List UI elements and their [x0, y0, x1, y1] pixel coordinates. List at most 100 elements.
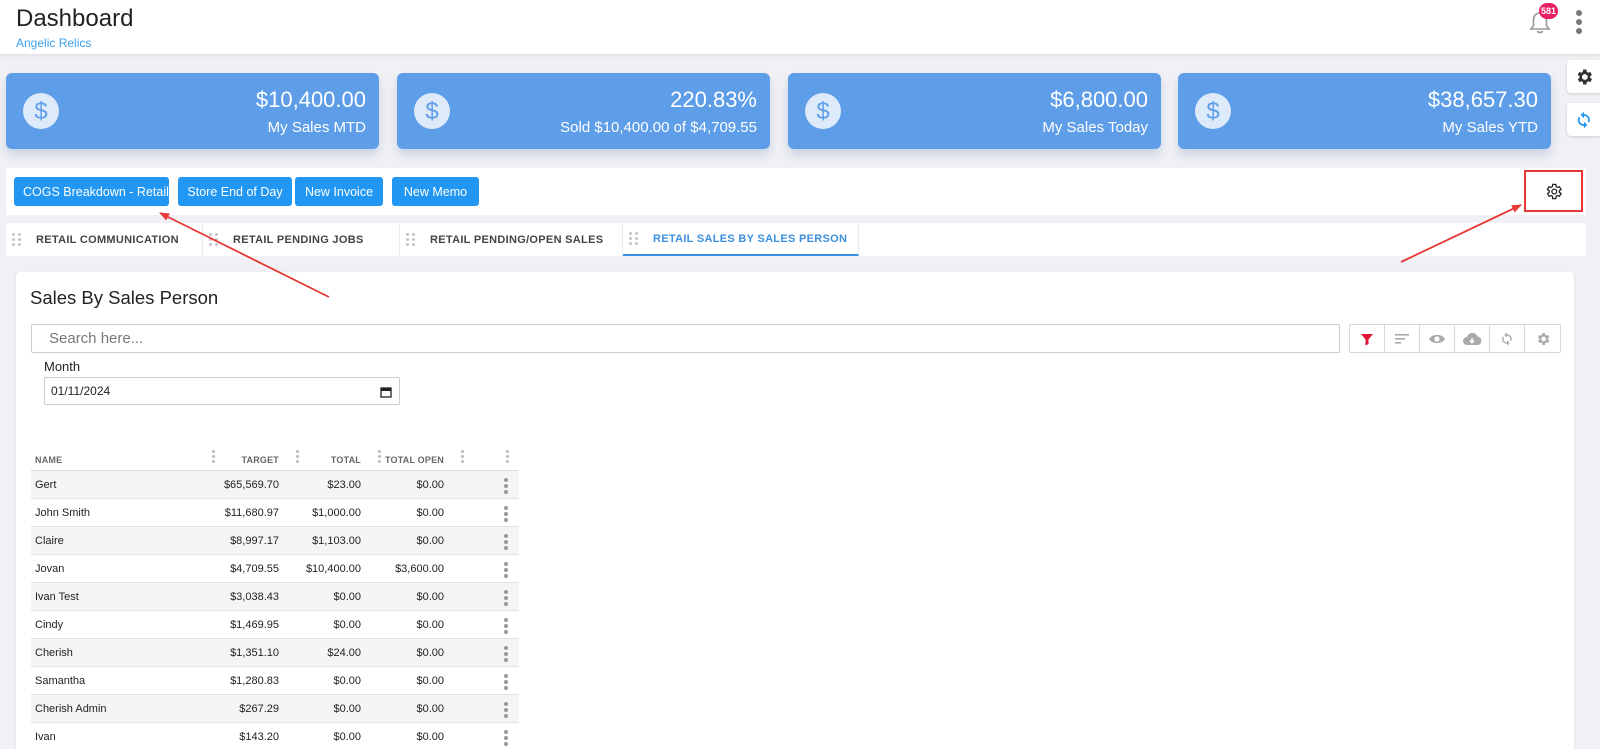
more-menu-icon[interactable]	[1572, 10, 1586, 40]
cell-total-open: $0.00	[416, 507, 444, 519]
table-header: NAME TARGET TOTAL TOTAL OPEN	[31, 445, 519, 471]
card-label: Sold $10,400.00 of $4,709.55	[560, 119, 757, 136]
svg-text:$: $	[425, 98, 438, 124]
table-row[interactable]: Samantha $1,280.83 $0.00 $0.00	[31, 667, 519, 695]
dashboard-settings-button[interactable]	[1524, 170, 1583, 212]
notification-badge[interactable]: 581	[1539, 3, 1559, 19]
search-input[interactable]	[31, 324, 1340, 353]
cogs-breakdown-button[interactable]: COGS Breakdown - Retail	[14, 177, 169, 206]
cell-target: $1,469.95	[230, 619, 279, 631]
cell-name: Cherish	[35, 647, 73, 659]
column-menu-icon[interactable]	[506, 450, 509, 465]
row-menu-icon[interactable]	[504, 506, 508, 524]
cell-target: $1,280.83	[230, 675, 279, 687]
row-menu-icon[interactable]	[504, 618, 508, 636]
column-menu-icon[interactable]	[212, 450, 215, 465]
svg-text:$: $	[1206, 98, 1219, 124]
cell-total: $0.00	[333, 731, 361, 743]
drag-handle-icon[interactable]	[209, 233, 219, 246]
card-label: My Sales Today	[1042, 119, 1148, 136]
settings-side-button[interactable]	[1567, 60, 1600, 93]
tab-retail-sales-by-sales-person[interactable]: RETAIL SALES BY SALES PERSON	[623, 223, 859, 256]
table-row[interactable]: Cindy $1,469.95 $0.00 $0.00	[31, 611, 519, 639]
cell-name: Cindy	[35, 619, 64, 631]
store-name[interactable]: Angelic Relics	[16, 36, 91, 50]
sort-icon[interactable]	[1385, 325, 1420, 352]
tab-bar: RETAIL COMMUNICATION RETAIL PENDING JOBS…	[6, 223, 1586, 256]
cell-total-open: $0.00	[416, 675, 444, 687]
drag-handle-icon[interactable]	[12, 233, 22, 246]
card-sales-today: $ $6,800.00 My Sales Today	[788, 73, 1161, 149]
cloud-download-icon[interactable]	[1455, 325, 1490, 352]
new-invoice-button[interactable]: New Invoice	[295, 177, 383, 206]
cell-total-open: $0.00	[416, 479, 444, 491]
cell-total-open: $0.00	[416, 535, 444, 547]
drag-handle-icon[interactable]	[406, 233, 416, 246]
dollar-icon: $	[805, 93, 841, 129]
cell-total: $0.00	[333, 619, 361, 631]
filter-icon[interactable]	[1350, 325, 1385, 352]
tab-retail-communication[interactable]: RETAIL COMMUNICATION	[6, 223, 203, 256]
sync-icon	[1577, 111, 1590, 128]
cell-total: $1,000.00	[312, 507, 361, 519]
store-end-of-day-button[interactable]: Store End of Day	[178, 177, 292, 206]
cell-target: $267.29	[239, 703, 279, 715]
cell-name: Claire	[35, 535, 64, 547]
row-menu-icon[interactable]	[504, 590, 508, 608]
column-header-total-open[interactable]: TOTAL OPEN	[385, 455, 444, 465]
table-row[interactable]: Ivan Test $3,038.43 $0.00 $0.00	[31, 583, 519, 611]
page-title: Dashboard	[16, 5, 134, 32]
table-row[interactable]: Jovan $4,709.55 $10,400.00 $3,600.00	[31, 555, 519, 583]
row-menu-icon[interactable]	[504, 534, 508, 552]
cell-total-open: $0.00	[416, 647, 444, 659]
gear-icon[interactable]	[1525, 325, 1560, 352]
drag-handle-icon[interactable]	[629, 232, 639, 245]
refresh-icon[interactable]	[1490, 325, 1525, 352]
column-header-target[interactable]: TARGET	[241, 455, 279, 465]
column-menu-icon[interactable]	[461, 450, 464, 465]
dollar-icon: $	[1195, 93, 1231, 129]
row-menu-icon[interactable]	[504, 674, 508, 692]
row-menu-icon[interactable]	[504, 702, 508, 720]
tab-label: RETAIL SALES BY SALES PERSON	[653, 232, 848, 245]
cell-name: John Smith	[35, 507, 91, 519]
card-value: 220.83%	[670, 87, 757, 112]
row-menu-icon[interactable]	[504, 646, 508, 664]
month-date-input[interactable]: 01/11/2024	[44, 377, 400, 405]
sales-table: NAME TARGET TOTAL TOTAL OPEN Gert $65,569…	[31, 445, 519, 749]
cell-target: $3,038.43	[230, 591, 279, 603]
card-value: $6,800.00	[1050, 87, 1148, 112]
cell-total: $24.00	[327, 647, 361, 659]
column-header-total[interactable]: TOTAL	[331, 455, 361, 465]
row-menu-icon[interactable]	[504, 562, 508, 580]
table-row[interactable]: Gert $65,569.70 $23.00 $0.00	[31, 471, 519, 499]
column-header-name[interactable]: NAME	[35, 455, 62, 465]
eye-icon[interactable]	[1420, 325, 1455, 352]
table-row[interactable]: Ivan $143.20 $0.00 $0.00	[31, 723, 519, 749]
table-row[interactable]: Cherish Admin $267.29 $0.00 $0.00	[31, 695, 519, 723]
card-value: $38,657.30	[1427, 87, 1538, 112]
svg-text:$: $	[34, 98, 47, 124]
gear-icon	[1546, 183, 1562, 199]
table-row[interactable]: Cherish $1,351.10 $24.00 $0.00	[31, 639, 519, 667]
tab-retail-pending-open-sales[interactable]: RETAIL PENDING/OPEN SALES	[400, 223, 623, 256]
tab-retail-pending-jobs[interactable]: RETAIL PENDING JOBS	[203, 223, 400, 256]
refresh-side-button[interactable]	[1567, 103, 1600, 136]
new-memo-button[interactable]: New Memo	[392, 177, 479, 206]
row-menu-icon[interactable]	[504, 730, 508, 748]
cell-total: $23.00	[327, 479, 361, 491]
grid-toolbar	[1349, 324, 1561, 353]
cell-total: $1,103.00	[312, 535, 361, 547]
table-row[interactable]: Claire $8,997.17 $1,103.00 $0.00	[31, 527, 519, 555]
cell-target: $4,709.55	[230, 563, 279, 575]
column-menu-icon[interactable]	[378, 450, 381, 465]
calendar-icon	[380, 387, 392, 398]
cell-name: Samantha	[35, 675, 86, 687]
row-menu-icon[interactable]	[504, 478, 508, 496]
column-menu-icon[interactable]	[296, 450, 299, 465]
cell-name: Ivan	[35, 731, 56, 743]
table-row[interactable]: John Smith $11,680.97 $1,000.00 $0.00	[31, 499, 519, 527]
app-header: Dashboard Angelic Relics 581	[0, 0, 1600, 55]
cell-target: $8,997.17	[230, 535, 279, 547]
panel-title: Sales By Sales Person	[30, 287, 219, 308]
